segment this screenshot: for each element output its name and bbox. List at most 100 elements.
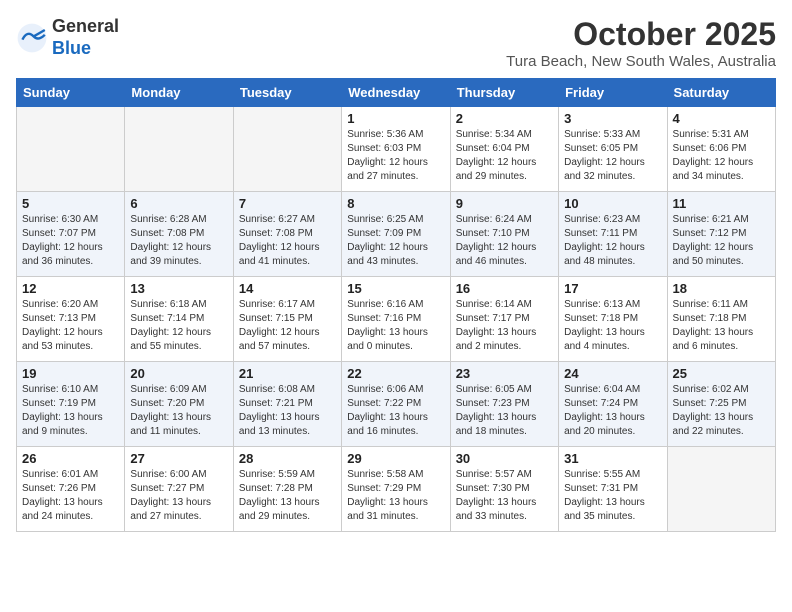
day-number: 30 (456, 451, 553, 466)
cell-info: Sunrise: 6:01 AM Sunset: 7:26 PM Dayligh… (22, 468, 119, 524)
cell-info: Sunrise: 6:09 AM Sunset: 7:20 PM Dayligh… (130, 383, 227, 439)
day-number: 24 (564, 366, 661, 381)
cell-info: Sunrise: 6:18 AM Sunset: 7:14 PM Dayligh… (130, 298, 227, 354)
day-number: 12 (22, 281, 119, 296)
day-number: 28 (239, 451, 336, 466)
page-header: General Blue October 2025 Tura Beach, Ne… (16, 16, 776, 70)
day-cell: 10 Sunrise: 6:23 AM Sunset: 7:11 PM Dayl… (559, 192, 667, 277)
cell-info: Sunrise: 6:05 AM Sunset: 7:23 PM Dayligh… (456, 383, 553, 439)
day-number: 20 (130, 366, 227, 381)
logo: General Blue (16, 16, 119, 59)
day-number: 2 (456, 111, 553, 126)
day-cell: 1 Sunrise: 5:36 AM Sunset: 6:03 PM Dayli… (342, 107, 450, 192)
cell-info: Sunrise: 6:30 AM Sunset: 7:07 PM Dayligh… (22, 213, 119, 269)
day-number: 25 (673, 366, 770, 381)
cell-info: Sunrise: 6:11 AM Sunset: 7:18 PM Dayligh… (673, 298, 770, 354)
day-cell: 27 Sunrise: 6:00 AM Sunset: 7:27 PM Dayl… (125, 447, 233, 532)
cell-info: Sunrise: 5:34 AM Sunset: 6:04 PM Dayligh… (456, 128, 553, 184)
cell-info: Sunrise: 6:02 AM Sunset: 7:25 PM Dayligh… (673, 383, 770, 439)
day-cell: 31 Sunrise: 5:55 AM Sunset: 7:31 PM Dayl… (559, 447, 667, 532)
day-number: 23 (456, 366, 553, 381)
day-cell: 30 Sunrise: 5:57 AM Sunset: 7:30 PM Dayl… (450, 447, 558, 532)
day-cell: 9 Sunrise: 6:24 AM Sunset: 7:10 PM Dayli… (450, 192, 558, 277)
week-row-2: 5 Sunrise: 6:30 AM Sunset: 7:07 PM Dayli… (17, 192, 776, 277)
day-cell: 2 Sunrise: 5:34 AM Sunset: 6:04 PM Dayli… (450, 107, 558, 192)
cell-info: Sunrise: 5:58 AM Sunset: 7:29 PM Dayligh… (347, 468, 444, 524)
day-cell: 25 Sunrise: 6:02 AM Sunset: 7:25 PM Dayl… (667, 362, 775, 447)
day-cell (233, 107, 341, 192)
week-row-4: 19 Sunrise: 6:10 AM Sunset: 7:19 PM Dayl… (17, 362, 776, 447)
day-cell: 4 Sunrise: 5:31 AM Sunset: 6:06 PM Dayli… (667, 107, 775, 192)
day-cell: 28 Sunrise: 5:59 AM Sunset: 7:28 PM Dayl… (233, 447, 341, 532)
day-number: 18 (673, 281, 770, 296)
day-cell: 3 Sunrise: 5:33 AM Sunset: 6:05 PM Dayli… (559, 107, 667, 192)
day-number: 26 (22, 451, 119, 466)
cell-info: Sunrise: 6:16 AM Sunset: 7:16 PM Dayligh… (347, 298, 444, 354)
col-header-sunday: Sunday (17, 79, 125, 107)
month-title: October 2025 (506, 16, 776, 53)
title-area: October 2025 Tura Beach, New South Wales… (506, 16, 776, 70)
day-number: 16 (456, 281, 553, 296)
day-cell (17, 107, 125, 192)
day-number: 27 (130, 451, 227, 466)
day-cell: 21 Sunrise: 6:08 AM Sunset: 7:21 PM Dayl… (233, 362, 341, 447)
day-cell: 8 Sunrise: 6:25 AM Sunset: 7:09 PM Dayli… (342, 192, 450, 277)
cell-info: Sunrise: 6:06 AM Sunset: 7:22 PM Dayligh… (347, 383, 444, 439)
day-number: 19 (22, 366, 119, 381)
day-number: 7 (239, 196, 336, 211)
cell-info: Sunrise: 6:08 AM Sunset: 7:21 PM Dayligh… (239, 383, 336, 439)
day-cell: 18 Sunrise: 6:11 AM Sunset: 7:18 PM Dayl… (667, 277, 775, 362)
day-cell (667, 447, 775, 532)
day-number: 9 (456, 196, 553, 211)
day-cell: 22 Sunrise: 6:06 AM Sunset: 7:22 PM Dayl… (342, 362, 450, 447)
day-cell: 14 Sunrise: 6:17 AM Sunset: 7:15 PM Dayl… (233, 277, 341, 362)
day-cell: 13 Sunrise: 6:18 AM Sunset: 7:14 PM Dayl… (125, 277, 233, 362)
day-number: 11 (673, 196, 770, 211)
day-number: 17 (564, 281, 661, 296)
day-cell: 16 Sunrise: 6:14 AM Sunset: 7:17 PM Dayl… (450, 277, 558, 362)
logo-icon (16, 22, 48, 54)
cell-info: Sunrise: 6:21 AM Sunset: 7:12 PM Dayligh… (673, 213, 770, 269)
col-header-thursday: Thursday (450, 79, 558, 107)
col-header-friday: Friday (559, 79, 667, 107)
day-number: 21 (239, 366, 336, 381)
header-row: SundayMondayTuesdayWednesdayThursdayFrid… (17, 79, 776, 107)
week-row-5: 26 Sunrise: 6:01 AM Sunset: 7:26 PM Dayl… (17, 447, 776, 532)
day-number: 22 (347, 366, 444, 381)
cell-info: Sunrise: 6:04 AM Sunset: 7:24 PM Dayligh… (564, 383, 661, 439)
day-number: 31 (564, 451, 661, 466)
cell-info: Sunrise: 5:31 AM Sunset: 6:06 PM Dayligh… (673, 128, 770, 184)
day-cell: 24 Sunrise: 6:04 AM Sunset: 7:24 PM Dayl… (559, 362, 667, 447)
cell-info: Sunrise: 6:20 AM Sunset: 7:13 PM Dayligh… (22, 298, 119, 354)
day-number: 4 (673, 111, 770, 126)
day-cell: 7 Sunrise: 6:27 AM Sunset: 7:08 PM Dayli… (233, 192, 341, 277)
day-number: 13 (130, 281, 227, 296)
day-number: 14 (239, 281, 336, 296)
col-header-tuesday: Tuesday (233, 79, 341, 107)
day-cell: 5 Sunrise: 6:30 AM Sunset: 7:07 PM Dayli… (17, 192, 125, 277)
logo-general-text: General (52, 16, 119, 38)
week-row-1: 1 Sunrise: 5:36 AM Sunset: 6:03 PM Dayli… (17, 107, 776, 192)
cell-info: Sunrise: 5:33 AM Sunset: 6:05 PM Dayligh… (564, 128, 661, 184)
day-cell: 6 Sunrise: 6:28 AM Sunset: 7:08 PM Dayli… (125, 192, 233, 277)
day-cell: 17 Sunrise: 6:13 AM Sunset: 7:18 PM Dayl… (559, 277, 667, 362)
day-number: 1 (347, 111, 444, 126)
day-cell: 15 Sunrise: 6:16 AM Sunset: 7:16 PM Dayl… (342, 277, 450, 362)
day-cell (125, 107, 233, 192)
day-cell: 23 Sunrise: 6:05 AM Sunset: 7:23 PM Dayl… (450, 362, 558, 447)
day-cell: 29 Sunrise: 5:58 AM Sunset: 7:29 PM Dayl… (342, 447, 450, 532)
logo-blue-text: Blue (52, 38, 91, 58)
cell-info: Sunrise: 5:55 AM Sunset: 7:31 PM Dayligh… (564, 468, 661, 524)
cell-info: Sunrise: 6:28 AM Sunset: 7:08 PM Dayligh… (130, 213, 227, 269)
cell-info: Sunrise: 6:23 AM Sunset: 7:11 PM Dayligh… (564, 213, 661, 269)
cell-info: Sunrise: 6:27 AM Sunset: 7:08 PM Dayligh… (239, 213, 336, 269)
day-number: 5 (22, 196, 119, 211)
location: Tura Beach, New South Wales, Australia (506, 53, 776, 70)
cell-info: Sunrise: 5:57 AM Sunset: 7:30 PM Dayligh… (456, 468, 553, 524)
col-header-monday: Monday (125, 79, 233, 107)
day-number: 3 (564, 111, 661, 126)
cell-info: Sunrise: 6:00 AM Sunset: 7:27 PM Dayligh… (130, 468, 227, 524)
cell-info: Sunrise: 5:59 AM Sunset: 7:28 PM Dayligh… (239, 468, 336, 524)
cell-info: Sunrise: 6:17 AM Sunset: 7:15 PM Dayligh… (239, 298, 336, 354)
col-header-wednesday: Wednesday (342, 79, 450, 107)
